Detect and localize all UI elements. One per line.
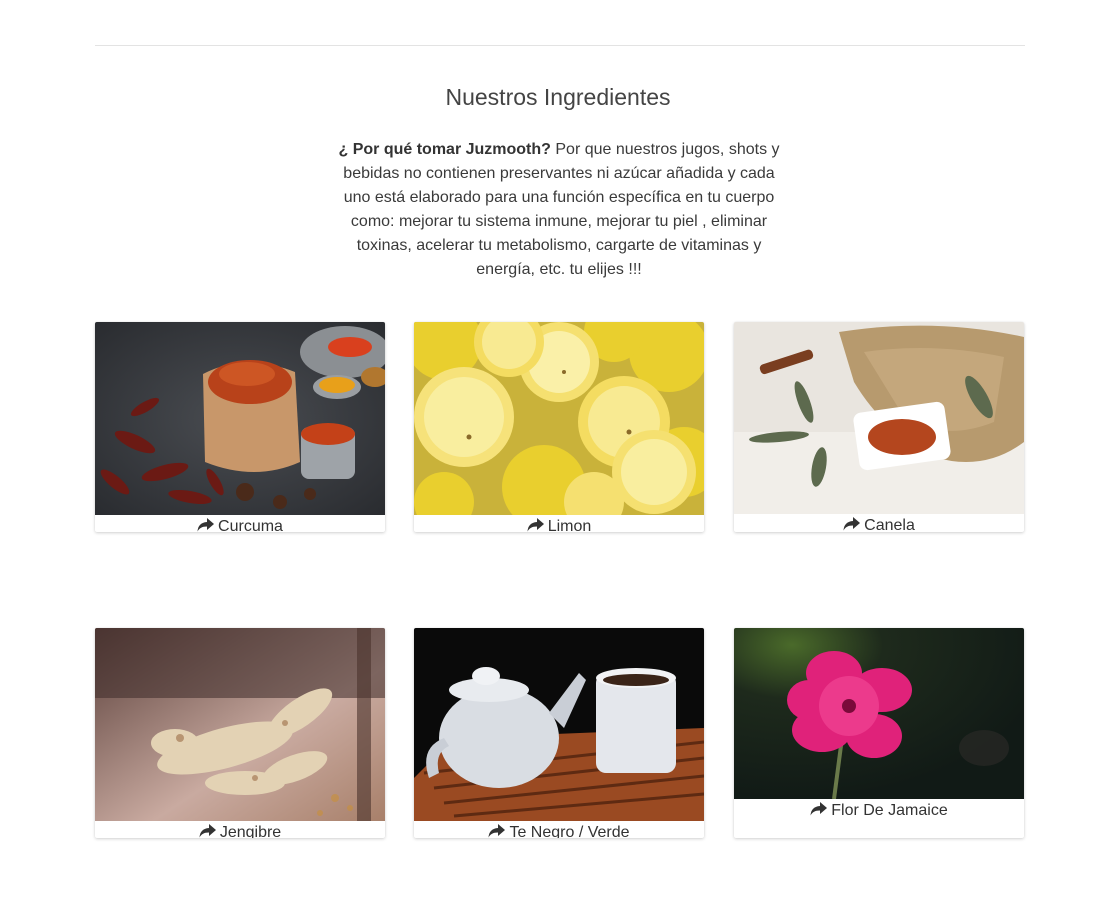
curcuma-image: [95, 322, 385, 515]
section-title: Nuestros Ingredientes: [445, 84, 671, 110]
ingredient-link-jamaica[interactable]: Flor De Jamaice: [734, 802, 1024, 820]
intro-question: ¿ Por qué tomar Juzmooth?: [338, 141, 551, 158]
share-icon: [527, 518, 544, 532]
intro-text: Por que nuestros jugos, shots y bebidas …: [343, 141, 780, 278]
ingredient-link-limon[interactable]: Limon: [414, 518, 704, 532]
jamaica-image: [734, 628, 1024, 799]
ingredient-card-te[interactable]: Te Negro / Verde: [414, 628, 704, 838]
ingredient-label: Jengibre: [219, 824, 282, 838]
ingredient-label: Limon: [547, 518, 592, 532]
ingredient-card-jamaica[interactable]: Flor De Jamaice: [734, 628, 1024, 838]
top-divider: [95, 45, 1025, 46]
share-icon: [488, 824, 506, 838]
ingredient-card-limon[interactable]: Limon: [414, 322, 704, 532]
share-icon: [197, 518, 215, 532]
section-intro: ¿ Por qué tomar Juzmooth? Por que nuestr…: [333, 138, 785, 282]
share-icon: [843, 517, 861, 531]
ingredient-link-canela[interactable]: Canela: [734, 517, 1024, 532]
ingredient-card-canela[interactable]: Canela: [734, 322, 1024, 532]
ingredient-card-curcuma[interactable]: Curcuma: [95, 322, 385, 532]
ingredient-card-jengibre[interactable]: Jengibre: [95, 628, 385, 838]
te-image: [414, 628, 704, 821]
jengibre-image: [95, 628, 385, 821]
ingredient-label: Canela: [864, 517, 915, 532]
page: Nuestros Ingredientes ¿ Por qué tomar Ju…: [0, 0, 1116, 906]
ingredient-label: Te Negro / Verde: [509, 824, 630, 838]
ingredient-link-te[interactable]: Te Negro / Verde: [414, 824, 704, 838]
ingredient-label: Flor De Jamaice: [831, 802, 948, 819]
ingredient-label: Curcuma: [218, 518, 283, 532]
ingredient-link-curcuma[interactable]: Curcuma: [95, 518, 385, 532]
canela-image: [734, 322, 1024, 514]
share-icon: [810, 802, 828, 816]
ingredient-link-jengibre[interactable]: Jengibre: [95, 824, 385, 838]
limon-image: [414, 322, 704, 515]
share-icon: [199, 824, 216, 838]
